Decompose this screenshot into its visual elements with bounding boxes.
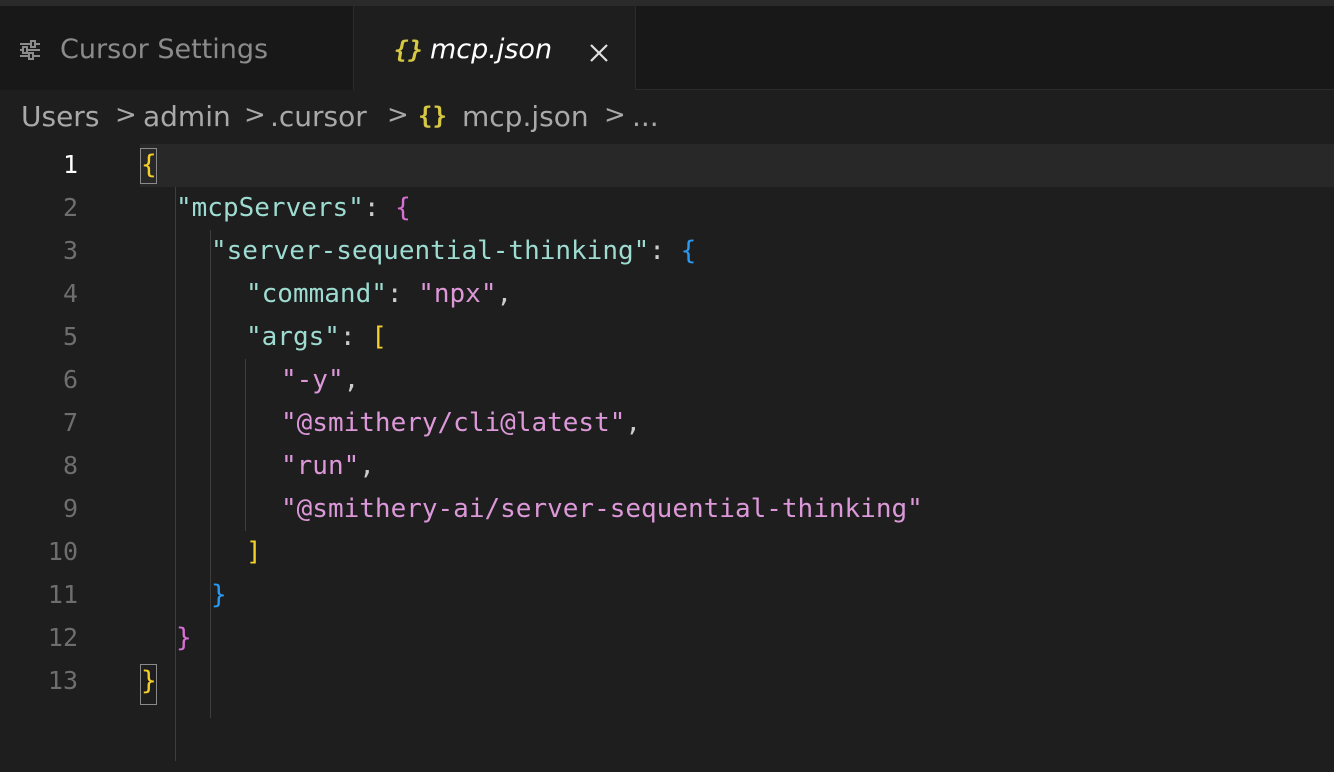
token-key: "mcpServers" — [176, 193, 364, 223]
line-number: 2 — [62, 193, 78, 222]
token-string: "npx" — [418, 279, 497, 309]
line-number: 8 — [62, 451, 78, 480]
token-colon: : — [339, 322, 372, 352]
line-number: 5 — [62, 322, 78, 351]
breadcrumb-separator: > — [604, 100, 626, 130]
token-brace: { — [680, 236, 697, 266]
token-brace: { — [395, 193, 411, 223]
line-number: 13 — [47, 666, 78, 695]
json-braces-icon: {} — [394, 36, 423, 64]
token-brace: } — [211, 580, 227, 610]
editor-window: Cursor Settings {} mcp.json Users > admi… — [0, 0, 1334, 772]
breadcrumb-item-symbols[interactable]: ... — [632, 100, 659, 133]
tab-bar: Cursor Settings {} mcp.json — [0, 0, 1334, 91]
token-colon: : — [386, 279, 419, 309]
token-brace: } — [141, 666, 157, 696]
line-number: 11 — [47, 580, 78, 609]
code-line[interactable]: 11 } — [0, 574, 1334, 617]
code-line[interactable]: 5 "args": [ — [0, 316, 1334, 359]
breadcrumb-separator: > — [244, 100, 266, 130]
breadcrumb-item-users[interactable]: Users — [21, 100, 99, 133]
line-number: 6 — [62, 365, 78, 394]
code-line[interactable]: 10 ] — [0, 531, 1334, 574]
tab-cursor-settings-label: Cursor Settings — [60, 34, 269, 65]
breadcrumb: Users > admin > .cursor > {} mcp.json > … — [0, 90, 1334, 144]
breadcrumb-separator: > — [387, 100, 409, 130]
code-line[interactable]: 4 "command": "npx", — [0, 273, 1334, 316]
token-colon: : — [649, 236, 681, 266]
token-brace: { — [141, 150, 157, 180]
breadcrumb-item-admin[interactable]: admin — [143, 100, 231, 133]
token-comma: , — [359, 451, 375, 481]
token-brace: } — [176, 623, 192, 653]
token-colon: : — [363, 193, 396, 223]
token-comma: , — [625, 408, 642, 438]
code-line[interactable]: 2 "mcpServers": { — [0, 187, 1334, 230]
code-line[interactable]: 8 "run", — [0, 445, 1334, 488]
token-bracket: [ — [371, 322, 387, 352]
token-key: "command" — [246, 279, 387, 309]
code-line[interactable]: 9 "@smithery-ai/server-sequential-thinki… — [0, 488, 1334, 531]
token-key: "args" — [246, 322, 340, 352]
token-string: "@smithery/cli@latest" — [281, 408, 626, 438]
breadcrumb-separator: > — [115, 100, 137, 130]
code-line[interactable]: 13 } — [0, 660, 1334, 703]
close-icon[interactable] — [588, 42, 610, 64]
breadcrumb-item-cursor[interactable]: .cursor — [270, 100, 367, 133]
line-number: 4 — [62, 279, 78, 308]
token-string: "@smithery-ai/server-sequential-thinking… — [281, 494, 923, 524]
token-comma: , — [496, 279, 513, 309]
tab-mcp-json[interactable]: {} mcp.json — [354, 6, 636, 91]
token-bracket: ] — [246, 537, 262, 567]
json-braces-icon: {} — [418, 102, 447, 130]
token-key: "server-sequential-thinking" — [211, 236, 650, 266]
code-line[interactable]: 3 "server-sequential-thinking": { — [0, 230, 1334, 273]
code-line[interactable]: 1 { — [0, 144, 1334, 187]
line-number: 10 — [47, 537, 78, 566]
line-number: 9 — [62, 494, 78, 523]
code-line[interactable]: 6 "-y", — [0, 359, 1334, 402]
tab-mcp-json-label: mcp.json — [430, 34, 553, 65]
code-line[interactable]: 12 } — [0, 617, 1334, 660]
breadcrumb-item-mcp-json[interactable]: mcp.json — [462, 100, 589, 133]
token-comma: , — [343, 365, 360, 395]
code-editor[interactable]: 1 { 2 "mcpServers": { 3 "server-sequenti… — [0, 144, 1334, 772]
line-number: 12 — [47, 623, 78, 652]
token-string: "run" — [281, 451, 360, 481]
line-number: 7 — [62, 408, 78, 437]
line-number: 3 — [62, 236, 78, 265]
line-number: 1 — [62, 150, 78, 179]
code-line[interactable]: 7 "@smithery/cli@latest", — [0, 402, 1334, 445]
token-string: "-y" — [281, 365, 344, 395]
settings-sliders-icon — [20, 40, 40, 60]
tab-cursor-settings[interactable]: Cursor Settings — [0, 6, 354, 90]
